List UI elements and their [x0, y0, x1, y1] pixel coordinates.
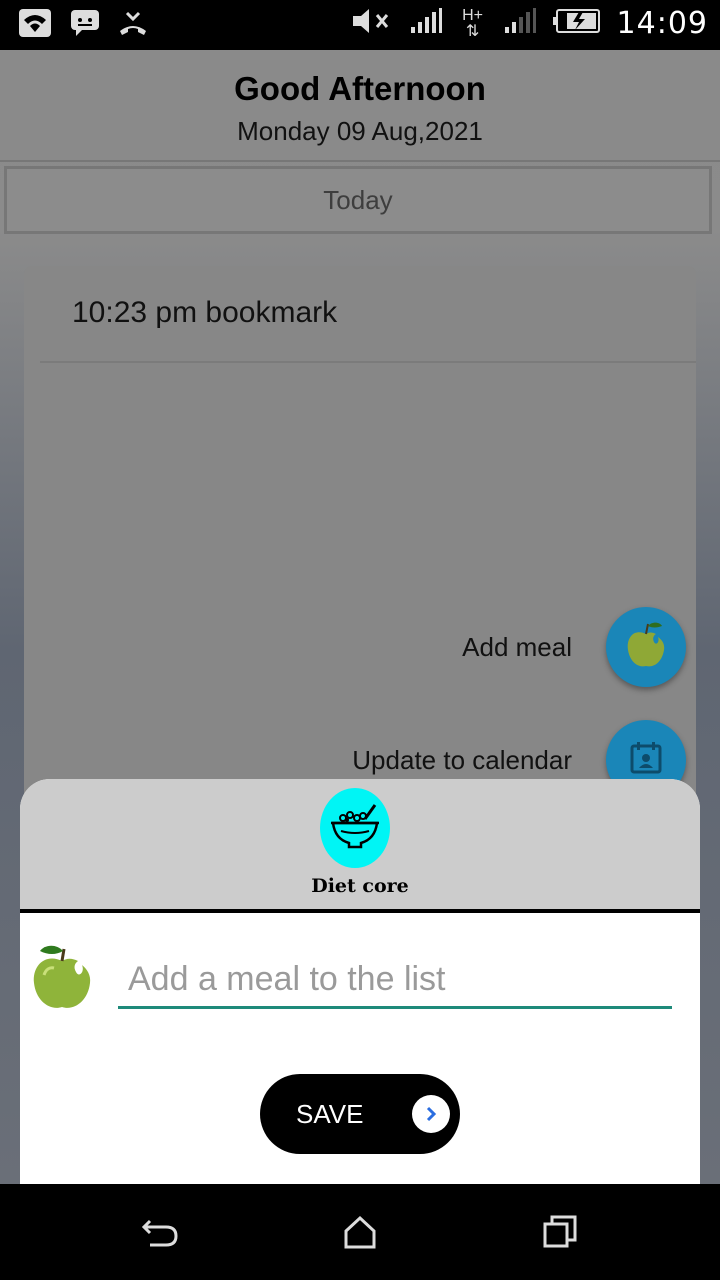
list-item[interactable]: 10:23 pm bookmark: [72, 296, 337, 330]
add-meal-button[interactable]: [606, 607, 686, 687]
recents-button[interactable]: [540, 1214, 580, 1254]
missed-call-icon: [118, 9, 148, 42]
divider: [0, 160, 720, 162]
cereal-bowl-icon: [327, 801, 383, 856]
add-meal-label: Add meal: [462, 631, 572, 662]
date-label: Monday 09 Aug,2021: [237, 116, 483, 146]
chevron-right-icon: [412, 1095, 450, 1133]
app-logo: [320, 788, 390, 868]
apple-icon: [30, 941, 94, 1018]
apple-icon: [624, 620, 668, 675]
back-icon: [140, 1215, 180, 1254]
message-icon: [70, 9, 100, 42]
clock: 14:09: [616, 6, 708, 41]
data-icon: H+ ⇅: [462, 6, 483, 40]
brand-name: Diet core: [311, 875, 409, 897]
tab-today[interactable]: Today: [4, 166, 712, 234]
home-button[interactable]: [340, 1214, 380, 1254]
recents-icon: [542, 1214, 578, 1255]
mute-icon: [351, 6, 393, 41]
battery-charging-icon: [552, 8, 601, 39]
divider: [40, 361, 696, 363]
signal-icon: [503, 7, 537, 40]
signal-icon: [409, 7, 443, 40]
add-meal-sheet: Diet core SAVE: [20, 779, 700, 1184]
update-calendar-label: Update to calendar: [352, 744, 572, 775]
add-meal-row: Add meal: [462, 607, 686, 687]
calendar-icon: [628, 740, 664, 781]
save-button[interactable]: SAVE: [260, 1074, 460, 1154]
network-type-label: H+: [462, 6, 483, 24]
sheet-header: Diet core: [20, 779, 700, 913]
back-button[interactable]: [140, 1214, 180, 1254]
header: Good Afternoon Monday 09 Aug,2021: [0, 50, 720, 160]
save-label: SAVE: [296, 1098, 364, 1129]
home-icon: [342, 1215, 378, 1254]
navigation-bar: [0, 1184, 720, 1280]
greeting-title: Good Afternoon: [234, 70, 486, 107]
meal-input[interactable]: [118, 953, 672, 1009]
wifi-icon: [18, 8, 52, 43]
status-bar: H+ ⇅ 14:09: [0, 0, 720, 50]
